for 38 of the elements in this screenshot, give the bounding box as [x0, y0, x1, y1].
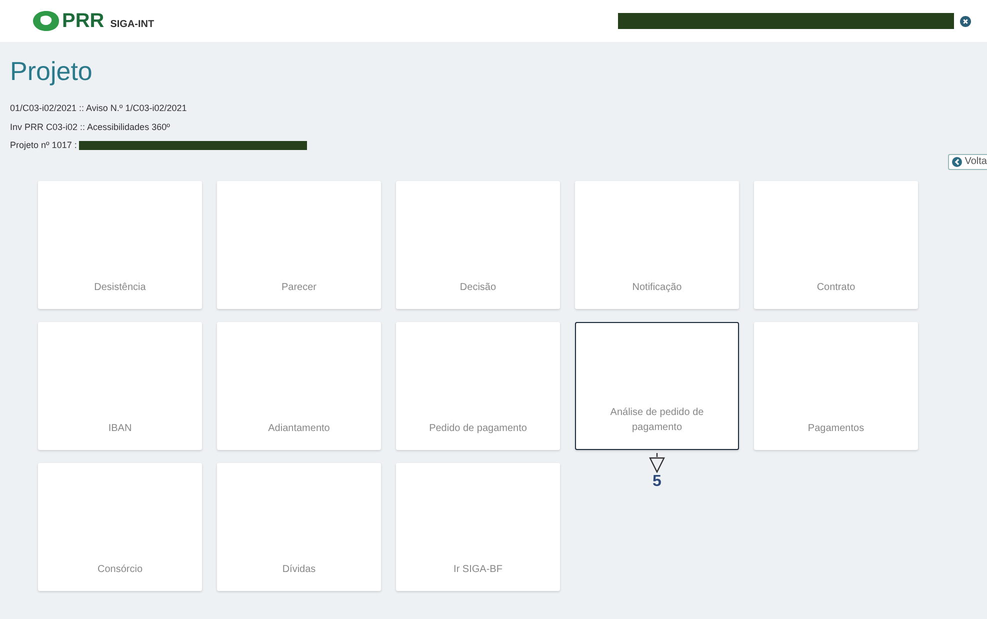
- tile-label: Análise de pedido de pagamento: [609, 406, 705, 434]
- tile-label: Pagamentos: [808, 422, 864, 436]
- menu-tile[interactable]: Análise de pedido de pagamento: [575, 322, 739, 450]
- menu-tile[interactable]: IBAN: [38, 322, 202, 450]
- menu-tile[interactable]: Dívidas: [217, 462, 381, 590]
- pointer-triangle-icon: [649, 452, 665, 472]
- menu-tile[interactable]: Pedido de pagamento: [396, 322, 560, 450]
- close-icon[interactable]: [960, 16, 971, 26]
- info-line: Projeto nº 1017 :: [10, 139, 77, 152]
- menu-tile[interactable]: Pagamentos: [754, 322, 918, 450]
- logo-icon: [32, 10, 60, 32]
- tile-label: Notificação: [632, 280, 682, 294]
- menu-tile[interactable]: Parecer: [217, 180, 381, 308]
- menu-tile[interactable]: Contrato: [754, 180, 918, 308]
- info-line: Inv PRR C03-i02 :: Acessibilidades 360º: [10, 120, 170, 134]
- callout-number: 5: [652, 472, 662, 490]
- tile-label: Parecer: [281, 280, 316, 294]
- menu-tile[interactable]: Decisão: [396, 180, 560, 308]
- tile-label: Desistência: [94, 280, 146, 294]
- back-button[interactable]: Volta: [948, 154, 987, 170]
- menu-tile[interactable]: Adiantamento: [217, 322, 381, 450]
- tile-label: IBAN: [108, 422, 132, 436]
- menu-tile[interactable]: Ir SIGA-BF: [396, 462, 560, 590]
- tile-label: Dívidas: [282, 562, 316, 576]
- tile-label: Adiantamento: [268, 422, 330, 436]
- info-line: 01/C03-i02/2021 :: Aviso N.º 1/C03-i02/2021: [10, 102, 187, 115]
- logo-text: PRR: [62, 11, 104, 31]
- tile-label: Pedido de pagamento: [429, 422, 527, 436]
- menu-tile[interactable]: Desistência: [38, 180, 202, 308]
- tile-label: Ir SIGA-BF: [454, 562, 502, 576]
- tile-label: Decisão: [460, 280, 496, 294]
- app-name: SIGA-INT: [110, 18, 154, 32]
- menu-tile[interactable]: Consórcio: [38, 462, 202, 590]
- tile-label: Consórcio: [97, 562, 143, 576]
- arrow-left-icon: [952, 156, 962, 166]
- tile-label: Contrato: [816, 280, 856, 294]
- menu-tile[interactable]: Notificação: [575, 180, 739, 308]
- page-title: Projeto: [10, 55, 94, 88]
